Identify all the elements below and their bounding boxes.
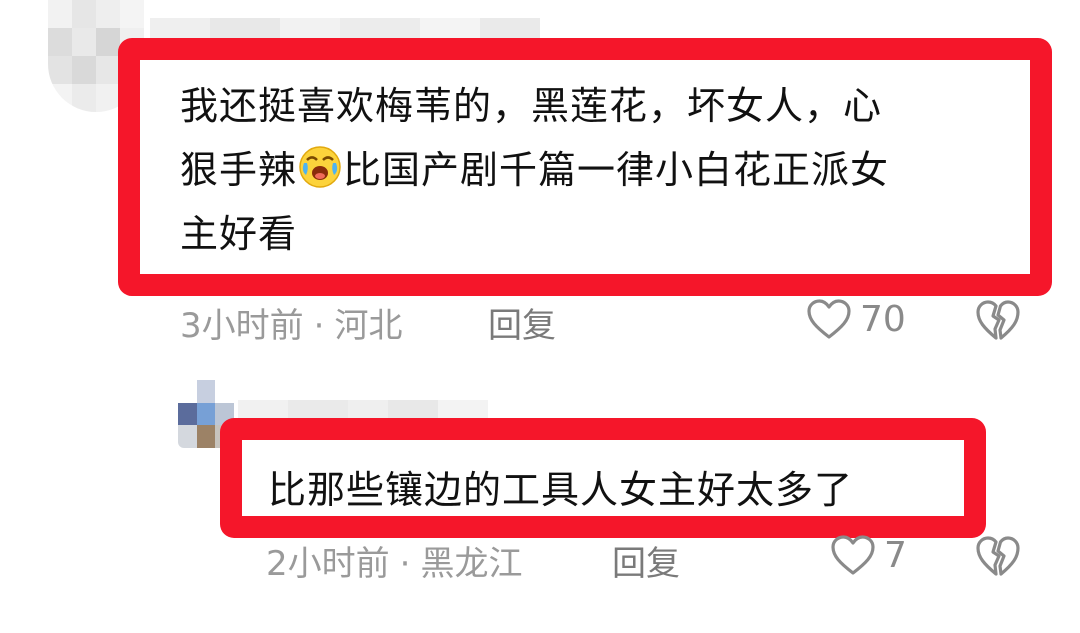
crying-laughing-emoji-icon [299, 146, 341, 188]
heart-outline-icon [807, 299, 851, 339]
like-count: 70 [860, 298, 906, 340]
dislike-button[interactable] [974, 298, 1022, 346]
comment-line: 主好看 [180, 212, 298, 256]
comment-fragment: 比国产剧千篇一律小白花正派女 [343, 148, 890, 192]
comment-meta: 3小时前 · 河北 [180, 298, 402, 347]
like-button[interactable]: 7 [830, 534, 907, 576]
like-count: 7 [884, 534, 907, 576]
broken-heart-icon [976, 536, 1020, 576]
meta-separator: · [399, 544, 411, 584]
comment-text: 比那些镶边的工具人女主好太多了 [268, 468, 854, 512]
like-button[interactable]: 70 [806, 298, 906, 340]
meta-separator: · [313, 306, 325, 346]
reply-button[interactable]: 回复 [612, 536, 680, 585]
heart-outline-icon [831, 535, 875, 575]
comment-line: 我还挺喜欢梅苇的，黑莲花，坏女人，心 [180, 84, 883, 128]
comment-fragment: 狠手辣 [180, 148, 298, 192]
dislike-button[interactable] [974, 534, 1022, 582]
comment-meta: 2小时前 · 黑龙江 [266, 536, 522, 585]
comment-line: 狠手辣 比国产剧千篇一律小白花正派女 [180, 138, 889, 202]
username-blurred[interactable] [238, 400, 488, 418]
comment-text: 我还挺喜欢梅苇的，黑莲花，坏女人，心 狠手辣 比国产剧千篇一律小白花正派女 主好… [180, 74, 889, 266]
comment-location: 黑龙江 [420, 544, 523, 584]
broken-heart-icon [976, 300, 1020, 340]
comment-time: 2小时前 [266, 544, 390, 584]
comment-thread: 我还挺喜欢梅苇的，黑莲花，坏女人，心 狠手辣 比国产剧千篇一律小白花正派女 主好… [0, 0, 1080, 633]
reply-button[interactable]: 回复 [488, 298, 556, 347]
comment-location: 河北 [334, 306, 403, 346]
comment-time: 3小时前 [180, 306, 304, 346]
username-blurred[interactable] [150, 18, 540, 40]
